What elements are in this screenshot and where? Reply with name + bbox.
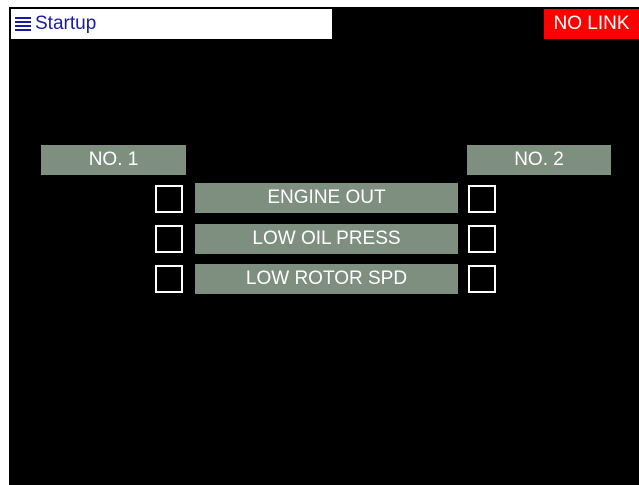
low-oil-press-no1-checkbox[interactable] bbox=[155, 225, 183, 253]
title-bar[interactable]: Startup bbox=[11, 9, 332, 39]
engine-2-label: NO. 2 bbox=[467, 145, 611, 175]
menu-icon[interactable] bbox=[15, 16, 31, 32]
low-rotor-spd-no1-checkbox[interactable] bbox=[155, 265, 183, 293]
low-oil-press-label: LOW OIL PRESS bbox=[195, 224, 458, 254]
page-title: Startup bbox=[35, 13, 97, 34]
low-rotor-spd-no2-checkbox[interactable] bbox=[468, 265, 496, 293]
engine-1-label: NO. 1 bbox=[41, 145, 186, 175]
link-status-badge: NO LINK bbox=[544, 9, 639, 39]
low-rotor-spd-label: LOW ROTOR SPD bbox=[195, 264, 458, 294]
engine-out-no2-checkbox[interactable] bbox=[468, 185, 496, 213]
startup-screen: Startup NO LINK NO. 1 NO. 2 ENGINE OUT L… bbox=[9, 7, 639, 485]
low-oil-press-no2-checkbox[interactable] bbox=[468, 225, 496, 253]
engine-out-no1-checkbox[interactable] bbox=[155, 185, 183, 213]
engine-out-label: ENGINE OUT bbox=[195, 183, 458, 213]
